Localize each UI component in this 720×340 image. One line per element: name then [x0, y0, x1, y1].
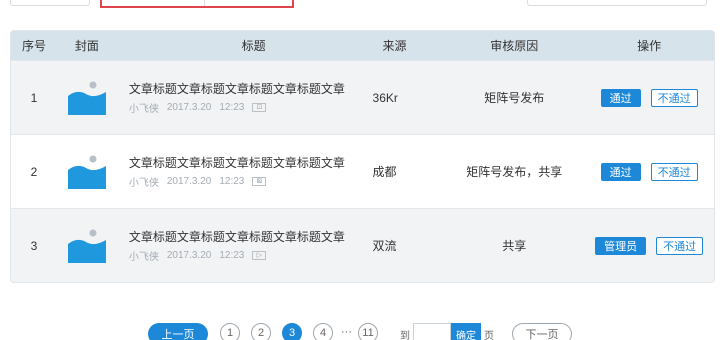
review-reason: 共享 — [502, 239, 527, 253]
article-source: 双流 — [372, 239, 397, 253]
article-date: 2017.3.20 — [166, 101, 212, 113]
page-1-button[interactable]: 1 — [220, 323, 240, 340]
row-index: 2 — [30, 164, 38, 179]
cover-image-icon — [67, 155, 106, 189]
article-source: 成都 — [372, 165, 397, 179]
cover-thumbnail[interactable] — [57, 80, 117, 116]
page-ellipsis: ··· — [341, 326, 352, 338]
top-search-input[interactable] — [527, 0, 707, 6]
article-time: 12:23 — [219, 175, 245, 187]
pagination: 上一页 1 2 3 4 ··· 11 到 确定 页 下一页 — [0, 323, 720, 340]
cover-image-icon — [67, 229, 106, 263]
table-row: 3 文章标题文章标题文章标题文章标题文章 小飞侠 2017.3.20 12:23… — [11, 208, 714, 282]
review-reason: 矩阵号发布，共享 — [466, 165, 563, 179]
date-range-separator — [204, 0, 205, 6]
image-icon: ⊡ — [252, 102, 267, 112]
approve-button[interactable]: 通过 — [600, 162, 641, 181]
row-index: 1 — [30, 90, 38, 105]
reject-button[interactable]: 不通过 — [650, 162, 698, 181]
header-ops: 操作 — [637, 39, 662, 53]
article-title[interactable]: 文章标题文章标题文章标题文章标题文章 — [129, 229, 355, 245]
table-row: 1 文章标题文章标题文章标题文章标题文章 小飞侠 2017.3.20 12:23… — [11, 60, 714, 134]
article-author: 小飞侠 — [128, 177, 159, 189]
table-row: 2 文章标题文章标题文章标题文章标题文章 小飞侠 2017.3.20 12:23… — [11, 134, 714, 208]
top-filter-select[interactable] — [10, 0, 90, 6]
video-icon: ▷ — [252, 250, 267, 260]
header-source: 来源 — [382, 39, 407, 53]
header-cover: 封面 — [74, 39, 99, 53]
article-title[interactable]: 文章标题文章标题文章标题文章标题文章 — [129, 155, 355, 171]
header-title: 标题 — [241, 39, 266, 53]
article-author: 小飞侠 — [128, 103, 159, 115]
goto-page-input[interactable] — [413, 323, 451, 340]
article-author: 小飞侠 — [128, 251, 159, 263]
goto-label: 到 — [400, 331, 410, 340]
review-table: 序号 封面 标题 来源 审核原因 操作 1 文章标题文章标题文章标题文章标题文章… — [10, 30, 715, 283]
header-index: 序号 — [21, 39, 46, 53]
header-reason: 审核原因 — [490, 39, 539, 53]
goto-confirm-button[interactable]: 确定 — [451, 323, 481, 340]
cover-thumbnail[interactable] — [57, 228, 117, 264]
admin-button[interactable]: 管理员 — [595, 236, 647, 255]
cover-image-icon — [67, 81, 106, 115]
article-date: 2017.3.20 — [166, 175, 212, 187]
cover-thumbnail[interactable] — [57, 154, 117, 190]
next-page-button[interactable]: 下一页 — [512, 323, 572, 340]
page-3-button[interactable]: 3 — [282, 323, 302, 340]
reject-button[interactable]: 不通过 — [656, 236, 704, 255]
page-4-button[interactable]: 4 — [313, 323, 333, 340]
reject-button[interactable]: 不通过 — [650, 88, 698, 107]
article-time: 12:23 — [219, 249, 245, 261]
page-unit-label: 页 — [484, 331, 494, 340]
article-date: 2017.3.20 — [166, 249, 212, 261]
article-title[interactable]: 文章标题文章标题文章标题文章标题文章 — [129, 81, 355, 97]
review-reason: 矩阵号发布 — [484, 91, 545, 105]
article-icon: ⊠ — [252, 176, 267, 186]
article-time: 12:23 — [219, 101, 245, 113]
highlighted-date-range[interactable] — [100, 0, 294, 8]
article-source: 36Kr — [372, 90, 398, 105]
page-2-button[interactable]: 2 — [251, 323, 271, 340]
approve-button[interactable]: 通过 — [600, 88, 641, 107]
prev-page-button[interactable]: 上一页 — [148, 323, 208, 340]
row-index: 3 — [30, 238, 38, 253]
page-last-button[interactable]: 11 — [358, 323, 378, 340]
table-header: 序号 封面 标题 来源 审核原因 操作 — [11, 31, 714, 60]
